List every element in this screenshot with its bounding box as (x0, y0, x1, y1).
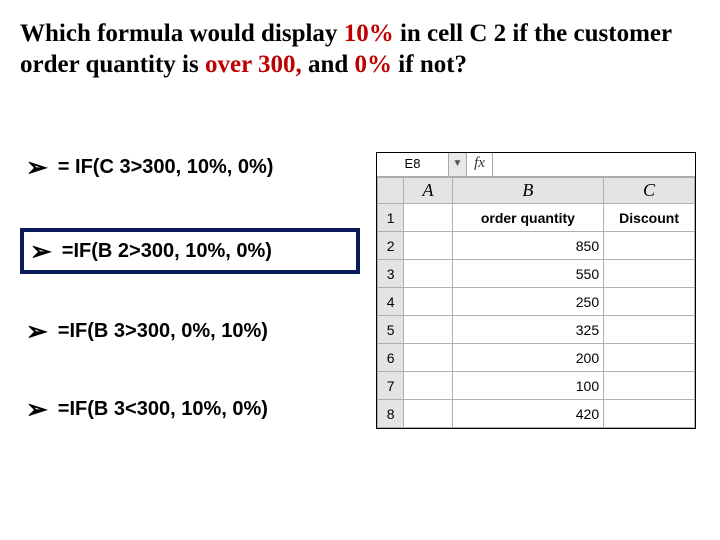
cell[interactable] (404, 316, 452, 344)
col-header-B[interactable]: B (452, 178, 603, 204)
cell[interactable]: 850 (452, 232, 603, 260)
row-header[interactable]: 4 (378, 288, 404, 316)
select-all-corner[interactable] (378, 178, 404, 204)
bullet-icon: ➢ (30, 238, 52, 264)
fx-icon[interactable]: fx (467, 153, 493, 176)
cell[interactable] (404, 288, 452, 316)
row-header[interactable]: 7 (378, 372, 404, 400)
cell[interactable] (404, 260, 452, 288)
cell[interactable]: 200 (452, 344, 603, 372)
cell[interactable]: order quantity (452, 204, 603, 232)
formula-bar: E8 ▼ fx (377, 153, 695, 177)
col-header-A[interactable]: A (404, 178, 452, 204)
formula-input[interactable] (493, 153, 695, 176)
cell[interactable]: 250 (452, 288, 603, 316)
option-3[interactable]: ➢ =IF(B 3>300, 0%, 10%) (20, 314, 360, 348)
option-1[interactable]: ➢ = IF(C 3>300, 10%, 0%) (20, 150, 360, 184)
cell[interactable] (604, 400, 695, 428)
option-label: =IF(B 3>300, 0%, 10%) (58, 320, 268, 343)
row-header[interactable]: 8 (378, 400, 404, 428)
row-header[interactable]: 3 (378, 260, 404, 288)
options-list: ➢ = IF(C 3>300, 10%, 0%) ➢ =IF(B 2>300, … (20, 150, 360, 470)
row-header[interactable]: 2 (378, 232, 404, 260)
option-label: =IF(B 2>300, 10%, 0%) (62, 240, 272, 263)
cell[interactable] (404, 400, 452, 428)
option-label: = IF(C 3>300, 10%, 0%) (58, 156, 274, 179)
cell[interactable] (404, 232, 452, 260)
spreadsheet-grid: A B C 1 order quantity Discount 2 850 3 … (377, 177, 695, 428)
bullet-icon: ➢ (26, 154, 48, 180)
cell[interactable] (404, 344, 452, 372)
name-dropdown-icon[interactable]: ▼ (449, 153, 467, 176)
cell[interactable]: Discount (604, 204, 695, 232)
cell[interactable] (604, 316, 695, 344)
question-text: Which formula would display 10% in cell … (20, 18, 700, 81)
cell[interactable]: 420 (452, 400, 603, 428)
cell[interactable] (604, 344, 695, 372)
cell[interactable]: 100 (452, 372, 603, 400)
row-header[interactable]: 1 (378, 204, 404, 232)
bullet-icon: ➢ (26, 396, 48, 422)
cell[interactable] (604, 232, 695, 260)
cell[interactable]: 550 (452, 260, 603, 288)
row-header[interactable]: 6 (378, 344, 404, 372)
cell[interactable] (404, 372, 452, 400)
cell[interactable] (604, 288, 695, 316)
cell[interactable] (404, 204, 452, 232)
option-label: =IF(B 3<300, 10%, 0%) (58, 398, 268, 421)
option-2[interactable]: ➢ =IF(B 2>300, 10%, 0%) (20, 228, 360, 274)
cell[interactable] (604, 260, 695, 288)
cell[interactable] (604, 372, 695, 400)
row-header[interactable]: 5 (378, 316, 404, 344)
col-header-C[interactable]: C (604, 178, 695, 204)
option-4[interactable]: ➢ =IF(B 3<300, 10%, 0%) (20, 392, 360, 426)
spreadsheet: E8 ▼ fx A B C 1 order quantity Discount … (376, 152, 696, 429)
name-box[interactable]: E8 (377, 153, 449, 176)
cell[interactable]: 325 (452, 316, 603, 344)
bullet-icon: ➢ (26, 318, 48, 344)
